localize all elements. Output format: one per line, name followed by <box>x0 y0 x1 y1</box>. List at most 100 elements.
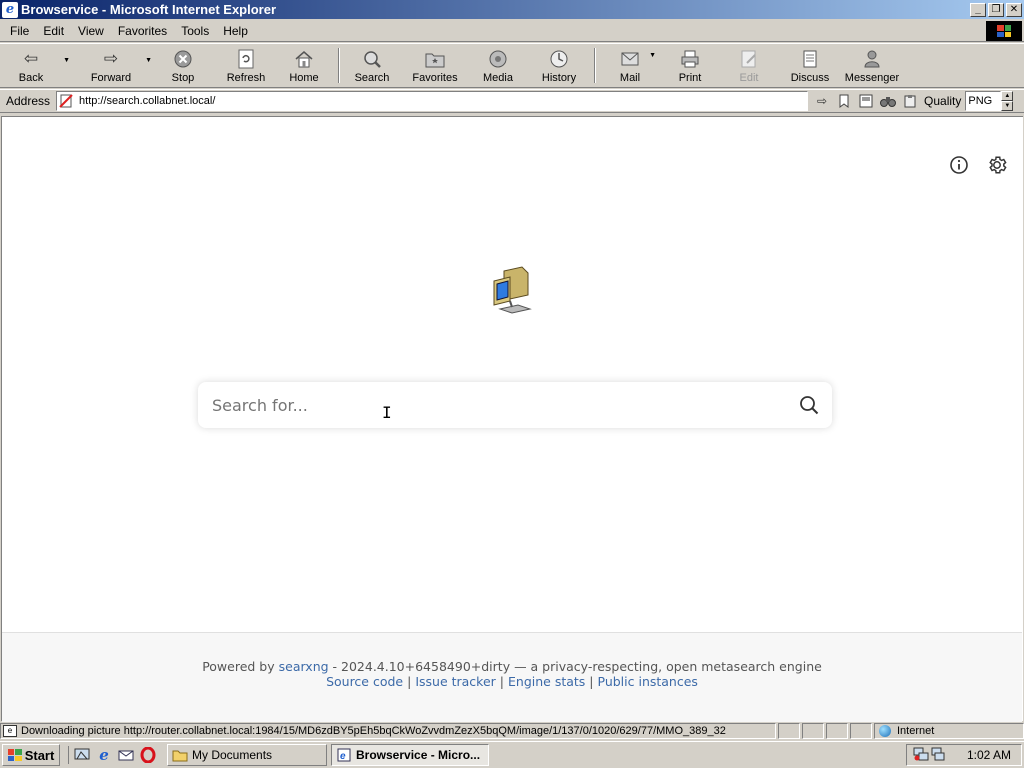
messenger-label: Messenger <box>844 72 900 84</box>
page-viewport[interactable]: I Powered by searxng - 2024.4.10+6458490… <box>1 116 1023 722</box>
edit-label: Edit <box>739 72 759 84</box>
connection-tray-icon[interactable] <box>931 747 945 764</box>
status-pane <box>850 723 872 739</box>
page-view-icon[interactable] <box>856 91 876 111</box>
system-tray: 1:02 AM <box>906 744 1022 766</box>
quality-up-icon[interactable]: ▲ <box>1001 91 1014 101</box>
footer-line-2: Source code | Issue tracker | Engine sta… <box>2 674 1022 689</box>
menu-file[interactable]: File <box>4 24 35 38</box>
internet-globe-icon <box>879 725 891 737</box>
menu-edit[interactable]: Edit <box>37 24 70 38</box>
quick-launch: e <box>68 746 157 764</box>
address-field[interactable]: http://search.collabnet.local/ <box>56 91 809 111</box>
status-bar: e Downloading picture http://router.coll… <box>0 722 1024 740</box>
restore-button[interactable]: ❐ <box>988 2 1004 17</box>
task-browservice-label: Browservice - Micro... <box>356 748 481 762</box>
outlook-express-icon[interactable] <box>117 746 135 764</box>
messenger-button[interactable]: Messenger <box>840 44 904 87</box>
issue-tracker-link[interactable]: Issue tracker <box>415 674 496 689</box>
back-dropdown-icon[interactable]: ▼ <box>63 57 70 64</box>
messenger-buddy-icon <box>861 48 883 70</box>
favorites-folder-icon <box>424 48 446 70</box>
refresh-button[interactable]: Refresh <box>216 44 276 87</box>
opera-icon[interactable] <box>139 746 157 764</box>
favorites-button[interactable]: Favorites <box>404 44 466 87</box>
history-button[interactable]: History <box>530 44 588 87</box>
menu-favorites[interactable]: Favorites <box>112 24 173 38</box>
page-footer: Powered by searxng - 2024.4.10+6458490+d… <box>2 632 1022 722</box>
stop-label: Stop <box>171 72 195 84</box>
forward-label: Forward <box>90 72 132 84</box>
footer-line-1: Powered by searxng - 2024.4.10+6458490+d… <box>2 659 1022 674</box>
text-cursor-icon: I <box>382 403 392 422</box>
footer-separator: | <box>407 674 412 689</box>
powered-by-text: Powered by <box>202 659 275 674</box>
menu-help[interactable]: Help <box>217 24 254 38</box>
minimize-button[interactable]: _ <box>970 2 986 17</box>
mail-label: Mail <box>619 72 641 84</box>
quality-spinner[interactable]: ▲ ▼ <box>1001 91 1014 111</box>
refresh-label: Refresh <box>226 72 266 84</box>
network-tray-icon[interactable] <box>913 747 929 764</box>
favorites-label: Favorites <box>412 72 458 84</box>
discuss-label: Discuss <box>790 72 830 84</box>
source-code-link[interactable]: Source code <box>326 674 403 689</box>
menu-view[interactable]: View <box>72 24 110 38</box>
forward-button[interactable]: ⇨ Forward ▼ <box>74 44 152 87</box>
search-toolbar-button[interactable]: Search <box>346 44 398 87</box>
menu-tools[interactable]: Tools <box>175 24 215 38</box>
internet-explorer-icon[interactable]: e <box>95 746 113 764</box>
close-button[interactable]: ✕ <box>1006 2 1022 17</box>
ie-logo-icon: e <box>2 1 18 18</box>
media-button[interactable]: Media <box>472 44 524 87</box>
task-my-documents[interactable]: My Documents <box>167 744 327 766</box>
mail-button[interactable]: Mail ▼ <box>606 44 656 87</box>
history-icon <box>548 48 570 70</box>
windows-throbber-icon <box>986 21 1022 41</box>
bookmark-icon[interactable] <box>834 91 854 111</box>
status-text-pane: e Downloading picture http://router.coll… <box>0 723 776 739</box>
clock[interactable]: 1:02 AM <box>967 748 1011 762</box>
info-icon[interactable] <box>947 153 971 177</box>
folder-icon <box>172 748 188 762</box>
discuss-button[interactable]: Discuss <box>782 44 838 87</box>
security-zone: Internet <box>874 723 1024 739</box>
settings-gear-icon[interactable] <box>985 153 1009 177</box>
address-bar: Address http://search.collabnet.local/ ⇨… <box>0 89 1024 113</box>
go-arrow-icon[interactable]: ⇨ <box>812 91 832 111</box>
forward-dropdown-icon[interactable]: ▼ <box>145 57 152 64</box>
show-desktop-icon[interactable] <box>73 746 91 764</box>
computer-logo-icon <box>488 265 536 317</box>
zone-label: Internet <box>897 725 935 737</box>
back-button[interactable]: ⇦ Back ▼ <box>2 44 70 87</box>
engine-stats-link[interactable]: Engine stats <box>508 674 585 689</box>
discuss-icon <box>799 48 821 70</box>
toolbar-separator <box>594 48 596 83</box>
search-input[interactable] <box>198 390 786 420</box>
address-url: http://search.collabnet.local/ <box>79 95 216 107</box>
clipboard-icon[interactable] <box>900 91 920 111</box>
edit-page-icon <box>738 48 760 70</box>
home-label: Home <box>289 72 319 84</box>
edit-button[interactable]: Edit <box>726 44 772 87</box>
home-button[interactable]: Home <box>276 44 332 87</box>
media-icon <box>487 48 509 70</box>
quality-down-icon[interactable]: ▼ <box>1001 101 1014 111</box>
task-browservice[interactable]: e Browservice - Micro... <box>331 744 489 766</box>
print-button[interactable]: Print <box>664 44 716 87</box>
search-toolbar-label: Search <box>354 72 390 84</box>
binoculars-find-icon[interactable] <box>878 91 898 111</box>
window-titlebar[interactable]: e Browservice - Microsoft Internet Explo… <box>0 0 1024 19</box>
status-pane <box>778 723 800 739</box>
task-my-documents-label: My Documents <box>192 748 273 762</box>
quality-label: Quality <box>924 94 962 108</box>
mail-dropdown-icon[interactable]: ▼ <box>649 52 656 59</box>
public-instances-link[interactable]: Public instances <box>598 674 698 689</box>
search-submit-button[interactable] <box>786 382 832 428</box>
quality-select[interactable]: PNG <box>965 91 1002 111</box>
stop-icon <box>172 48 194 70</box>
home-icon <box>293 48 315 70</box>
stop-button[interactable]: Stop <box>158 44 208 87</box>
searxng-link[interactable]: searxng <box>279 659 329 674</box>
start-button[interactable]: Start <box>2 744 60 766</box>
